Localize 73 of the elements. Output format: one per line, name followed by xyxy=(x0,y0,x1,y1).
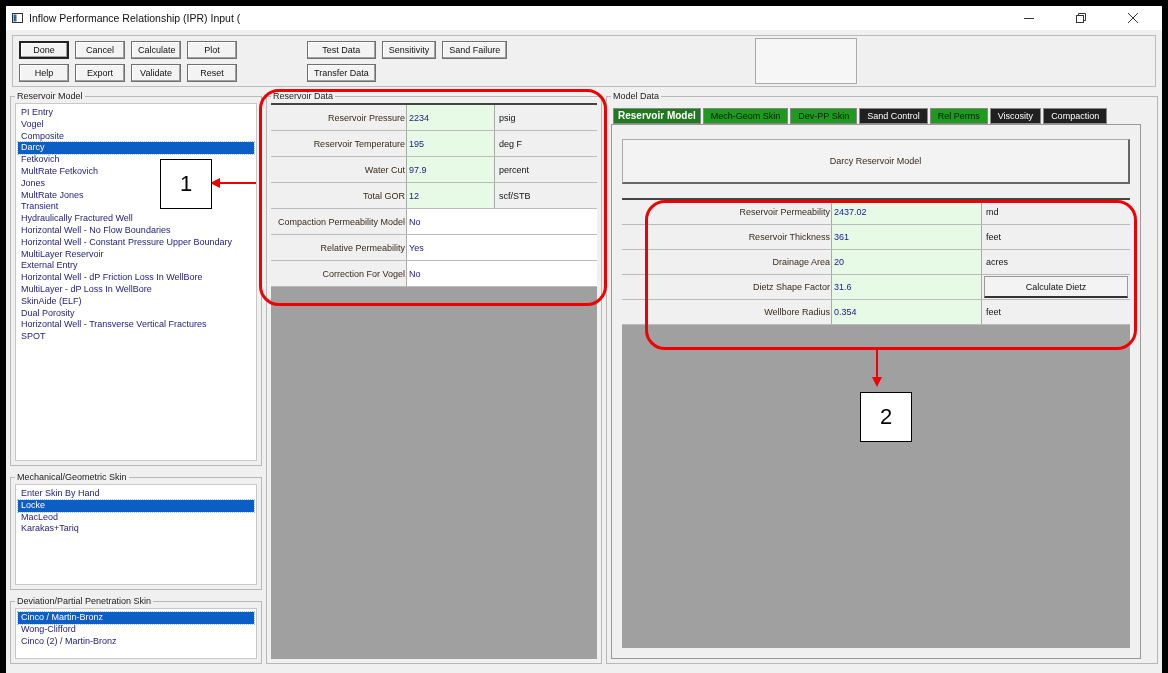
toolbar-button[interactable]: Reset xyxy=(187,63,237,82)
list-item[interactable]: MultRate Fetkovich xyxy=(18,166,99,178)
list-item[interactable]: Cinco (2) / Martin-Bronz xyxy=(18,635,117,648)
input-field[interactable]: 20 xyxy=(832,250,982,274)
list-item[interactable]: Darcy xyxy=(18,142,254,155)
callout-arrow xyxy=(872,347,882,387)
input-field[interactable]: 31.6 xyxy=(832,275,982,299)
input-field[interactable]: 97.9 xyxy=(407,157,495,182)
group-title: Mechanical/Geometric Skin xyxy=(16,472,128,482)
list-item[interactable]: External Entry xyxy=(18,260,78,273)
list-item[interactable]: SkinAide (ELF) xyxy=(18,295,82,308)
input-field[interactable]: 2234 xyxy=(407,105,495,130)
toolbar-button[interactable]: Plot xyxy=(187,40,237,59)
group-title: Reservoir Model xyxy=(16,91,84,101)
tab[interactable]: Viscosity xyxy=(989,108,1042,124)
toolbar-button[interactable]: Validate xyxy=(131,63,181,82)
tab[interactable]: Sand Control xyxy=(859,108,928,124)
callout-label: 1 xyxy=(160,159,212,209)
list-item[interactable]: Jones xyxy=(18,177,46,190)
toolbar-button[interactable]: Sensitivity xyxy=(381,40,437,59)
app-icon xyxy=(12,13,23,23)
list-item[interactable]: Horizontal Well - Transverse Vertical Fractures xyxy=(18,319,207,332)
dropdown-field[interactable]: No xyxy=(407,261,597,286)
dropdown-field[interactable]: Yes xyxy=(407,235,597,260)
list-item[interactable]: SPOT xyxy=(18,331,46,343)
list-item[interactable]: Cinco / Martin-Bronz xyxy=(18,612,254,624)
list-item[interactable]: Locke xyxy=(18,499,254,512)
list-item[interactable]: MacLeod xyxy=(18,511,59,524)
toolbar-button[interactable]: Calculate xyxy=(131,40,181,59)
list-item[interactable]: Enter Skin By Hand xyxy=(18,488,100,500)
minimize-icon[interactable] xyxy=(1024,17,1034,19)
callout-label: 2 xyxy=(860,392,912,442)
list-item[interactable]: Vogel xyxy=(18,118,44,131)
list-item[interactable]: MultRate Jones xyxy=(18,189,84,202)
tab[interactable]: Reservoir Model xyxy=(613,108,701,124)
close-icon[interactable] xyxy=(1128,13,1138,23)
list-item[interactable]: MultiLayer Reservoir xyxy=(18,248,104,261)
group-title: Model Data xyxy=(612,91,661,101)
list-item[interactable]: Horizontal Well - No Flow Boundaries xyxy=(18,224,171,237)
list-item[interactable]: Transient xyxy=(18,201,59,214)
input-field[interactable]: 12 xyxy=(407,183,495,208)
dropdown-field[interactable]: No xyxy=(407,209,597,234)
list-item[interactable]: Horizontal Well - dP Friction Loss In WellBore xyxy=(18,272,203,284)
group-title: Deviation/Partial Penetration Skin xyxy=(16,596,153,606)
callout-arrow xyxy=(210,178,256,188)
group-title: Reservoir Data xyxy=(272,91,335,101)
tab[interactable]: Mech-Geom Skin xyxy=(702,108,789,124)
input-field[interactable]: 195 xyxy=(407,131,495,156)
list-item[interactable]: Horizontal Well - Constant Pressure Upper Boundary xyxy=(18,236,232,249)
restore-icon[interactable] xyxy=(1076,13,1086,23)
toolbar-button[interactable]: Help xyxy=(19,63,69,82)
tab[interactable]: Dev-PP Skin xyxy=(790,108,858,124)
model-button[interactable]: Darcy Reservoir Model xyxy=(622,139,1130,184)
toolbar-button[interactable]: Export xyxy=(75,63,125,82)
list-item[interactable]: Karakas+Tariq xyxy=(18,523,79,536)
toolbar-button[interactable]: Transfer Data xyxy=(307,63,376,82)
toolbar-button[interactable]: Cancel xyxy=(75,40,125,59)
calculate-button[interactable]: Calculate Dietz xyxy=(984,276,1128,298)
list-item[interactable]: Composite xyxy=(18,130,65,143)
window-title: Inflow Performance Relationship (IPR) Input ( xyxy=(29,12,242,24)
input-field[interactable]: 0.354 xyxy=(832,300,982,324)
toolbar-button[interactable]: Test Data xyxy=(307,40,376,59)
list-item[interactable]: Hydraulically Fractured Well xyxy=(18,213,133,225)
list-item[interactable]: Wong-Clifford xyxy=(18,623,76,636)
input-field[interactable]: 361 xyxy=(832,225,982,249)
list-item[interactable]: PI Entry xyxy=(18,107,53,119)
list-item[interactable]: MultiLayer - dP Loss In WellBore xyxy=(18,283,152,296)
list-item[interactable]: Fetkovich xyxy=(18,154,60,166)
list-item[interactable]: Dual Porosity xyxy=(18,307,75,320)
toolbar-button[interactable]: Done xyxy=(19,40,69,59)
toolbar-button[interactable]: Sand Failure xyxy=(442,40,508,59)
tab[interactable]: Rel Perms xyxy=(929,108,988,124)
tab[interactable]: Compaction xyxy=(1043,108,1108,124)
